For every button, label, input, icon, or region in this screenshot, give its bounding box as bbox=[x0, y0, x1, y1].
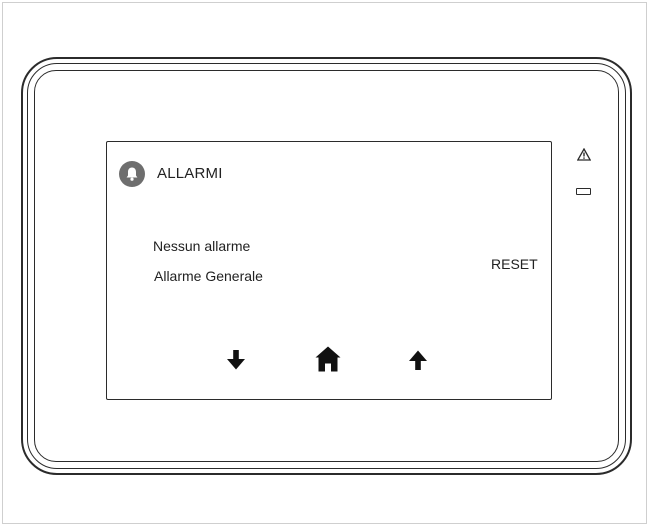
alarm-type-item[interactable]: Allarme Generale bbox=[154, 268, 263, 284]
home-icon[interactable] bbox=[314, 345, 342, 373]
arrow-up-icon[interactable] bbox=[408, 349, 428, 371]
alarm-status-text: Nessun allarme bbox=[153, 238, 251, 254]
touch-screen: ALLARMI Nessun allarme Allarme Generale … bbox=[106, 141, 552, 400]
page-title: ALLARMI bbox=[157, 165, 223, 182]
arrow-down-icon[interactable] bbox=[226, 349, 246, 371]
status-led bbox=[576, 188, 591, 195]
reset-button[interactable]: RESET bbox=[491, 256, 538, 272]
warning-icon bbox=[576, 147, 592, 161]
bell-icon bbox=[119, 161, 145, 187]
